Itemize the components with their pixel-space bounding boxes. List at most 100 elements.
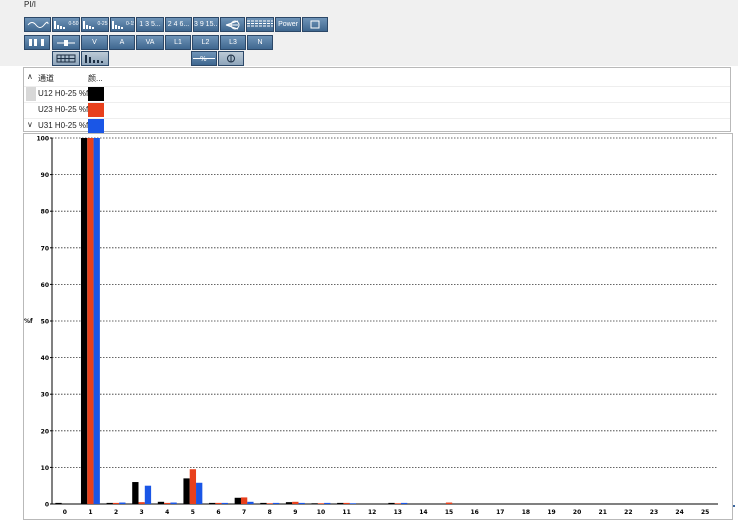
v-button[interactable]: V (81, 35, 108, 50)
x-tick-label: 19 (547, 509, 555, 516)
y-tick-label: 20 (41, 428, 49, 435)
bar (209, 502, 216, 504)
bar (157, 501, 165, 504)
legend-header: ∧ 通道 颜... (24, 70, 730, 87)
phase-angle-icon (226, 52, 236, 63)
phase-angle-button[interactable] (218, 51, 244, 66)
u-button[interactable] (52, 35, 80, 50)
bar (298, 502, 305, 504)
grid-view-button[interactable] (52, 51, 80, 66)
x-tick-label: 9 (293, 509, 297, 516)
svg-text:%: % (200, 55, 207, 63)
waveform-button[interactable] (24, 17, 51, 32)
x-tick-label: 8 (268, 509, 272, 516)
legend-color-swatch[interactable] (88, 87, 104, 101)
triplen-harmonics-button[interactable]: 3 9 15... (193, 17, 219, 32)
y-tick-label: 0 (45, 502, 49, 509)
l2-button[interactable]: L2 (192, 35, 219, 50)
bar (400, 502, 408, 504)
bar-view-icon (84, 52, 106, 63)
bar (87, 138, 94, 504)
bar (106, 502, 113, 504)
x-tick-label: 16 (470, 509, 478, 516)
x-tick-label: 20 (573, 509, 581, 516)
legend-header-channel[interactable]: 通道 (38, 73, 54, 84)
export-icon (310, 18, 320, 29)
y-tick-label: 50 (41, 319, 49, 326)
bar (349, 503, 357, 504)
bar (234, 497, 241, 504)
window-title: PI/I (24, 0, 37, 9)
legend-color-swatch[interactable] (88, 119, 104, 133)
scroll-down-icon[interactable]: ∨ (27, 120, 33, 129)
l1-button[interactable]: L1 (165, 35, 191, 50)
bar (240, 497, 248, 504)
x-tick-label: 24 (675, 509, 683, 516)
y-tick-label: 40 (41, 355, 49, 362)
harmonic-0-25-button[interactable]: 0-25 (81, 17, 109, 32)
harmonics-bar-chart: 0102030405060708090100%f0 1 2 3 4 5 6 7 8 9 10 11 12… (24, 136, 718, 516)
l2-button-label: L2 (201, 39, 210, 46)
bar (272, 502, 280, 504)
legend-color-swatch[interactable] (88, 103, 104, 117)
bar (260, 502, 267, 504)
odd-harmonics-button[interactable]: 1 3 5... (136, 17, 164, 32)
bar (183, 478, 190, 504)
power-button-label: Power (278, 21, 298, 28)
legend-row[interactable]: U12 H0-25 %f (24, 86, 730, 103)
bar (132, 482, 139, 504)
x-tick-label: 0 (63, 509, 67, 516)
bar (215, 502, 222, 504)
l3-button[interactable]: L3 (220, 35, 246, 50)
harmonic-bars-icon (111, 18, 125, 29)
y-tick-label: 100 (36, 136, 49, 143)
legend-row-label: U31 H0-25 %f (38, 121, 89, 130)
table-button[interactable] (246, 17, 274, 32)
scroll-up-icon[interactable]: ∧ (27, 72, 33, 81)
power-button[interactable]: Power (275, 17, 301, 32)
x-tick-label: 11 (342, 509, 350, 516)
legend-header-color[interactable]: 颜... (88, 73, 103, 84)
bar (221, 502, 228, 504)
table-icon (247, 18, 273, 28)
a-button-label: A (119, 39, 125, 46)
x-tick-label: 10 (317, 509, 325, 516)
va-button[interactable]: VA (136, 35, 164, 50)
bar (138, 502, 145, 504)
percent-button[interactable]: % (191, 51, 217, 66)
phasor-button[interactable] (220, 17, 245, 32)
bar (337, 502, 344, 504)
legend-row[interactable]: ∨ U31 H0-25 %f (24, 118, 730, 134)
bar-view-button[interactable] (81, 51, 109, 66)
harmonic-0-50-button[interactable]: 0-50 (52, 17, 80, 32)
u-icon (56, 36, 76, 47)
channels-button[interactable] (24, 35, 50, 50)
harmonic-bars-icon (82, 18, 96, 29)
y-axis-label: %f (24, 318, 33, 325)
channels-icon (28, 36, 46, 47)
harmonic-0-15-button[interactable]: 0-15 (110, 17, 135, 32)
chart-panel: 0 10 20 30 40 50 60 70 80 90 100 %f 0 1 2 3 4 5 6 7 8 9 10 11 12… (23, 133, 733, 520)
triplen-harmonics-button-label: 3 9 15... (194, 21, 219, 28)
l1-button-label: L1 (174, 39, 182, 46)
bar (394, 503, 401, 504)
n-button[interactable]: N (247, 35, 273, 50)
legend-row-label: U23 H0-25 %f (38, 105, 89, 114)
y-tick-label: 60 (41, 282, 49, 289)
bar (112, 502, 120, 504)
grid-icon (56, 52, 76, 63)
harmonic-0-15-button-label: 0-15 (126, 21, 134, 27)
bar (189, 469, 197, 504)
status-dot (733, 505, 735, 507)
a-button[interactable]: A (109, 35, 135, 50)
even-harmonics-button[interactable]: 2 4 6... (165, 17, 192, 32)
bar (292, 501, 299, 504)
x-tick-label: 3 (140, 509, 144, 516)
legend-row-label: U12 H0-25 %f (38, 89, 89, 98)
legend-row[interactable]: U23 H0-25 %f (24, 102, 730, 119)
bar (196, 482, 203, 504)
x-tick-label: 15 (445, 509, 453, 516)
bar (164, 502, 171, 504)
phasor-icon (224, 18, 242, 30)
export-button[interactable] (302, 17, 328, 32)
